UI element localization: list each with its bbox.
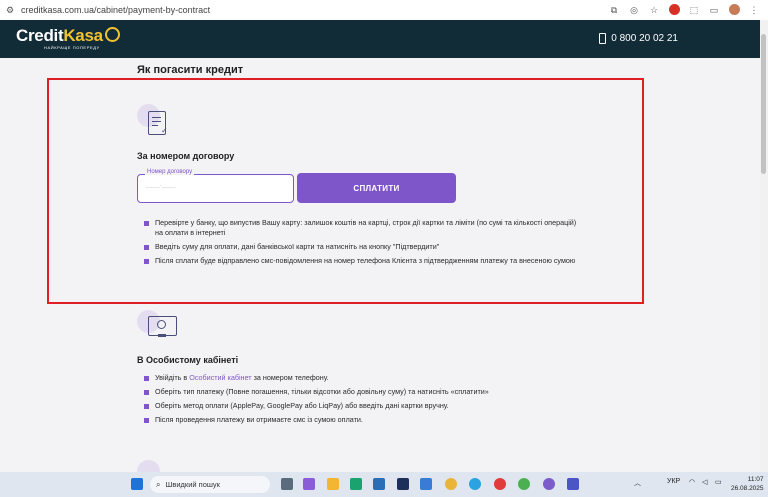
clock-date: 26.08.2025 [731,485,764,492]
viber-icon[interactable] [543,478,555,490]
windows-taskbar: ⌕ Швидкий пошук ︿ УКР ◠ ◁ ▭ 11:07 26.08.… [0,472,768,497]
task-view-icon[interactable] [281,478,293,490]
list-item: Введіть суму для оплати, дані банківсько… [141,242,581,252]
list-item: Оберіть тип платежу (Повне погашення, ті… [141,387,601,397]
l-app-icon[interactable] [397,478,409,490]
header-phone[interactable]: 0 800 20 02 21 [599,33,678,44]
taskbar-clock[interactable]: 11:07 26.08.2025 [731,475,764,493]
language-indicator[interactable]: УКР [667,478,680,485]
contract-section-title: За номером договору [137,151,235,161]
list-item: Після проведення платежу ви отримаєте см… [141,415,601,425]
eye-off-icon[interactable]: ◎ [628,5,640,16]
browser-toolbar: ⚙ creditkasa.com.ua/cabinet/payment-by-c… [0,0,768,21]
phone-icon [599,33,607,44]
cabinet-section-title: В Особистому кабінеті [137,355,239,365]
search-icon: ⌕ [156,479,161,489]
address-bar[interactable]: creditkasa.com.ua/cabinet/payment-by-con… [21,5,608,15]
pay-button[interactable]: СПЛАТИТИ [297,173,456,203]
logo-credit: Credit [16,26,64,45]
phone-number: 0 800 20 02 21 [611,33,678,44]
logo-kasa: Kasa [63,26,103,45]
extensions-icon[interactable]: ⬚ [688,5,700,16]
contract-input-placeholder: _____-_____ [146,183,176,189]
logo[interactable]: CreditKasa [16,26,120,46]
contract-instructions: Перевірте у банку, що випустив Вашу карт… [141,218,581,270]
list-item: Увійдіть в Особистий кабінет за номером … [141,373,601,383]
tray-chevron-icon[interactable]: ︿ [634,478,641,488]
battery-icon[interactable]: ▭ [715,478,722,486]
window-icon[interactable]: ▭ [708,5,720,16]
scrollbar-thumb[interactable] [761,34,766,174]
logo-tagline: НАЙКРАЩЕ ПОПЕРЕДУ [44,45,100,50]
page-scrollbar[interactable] [760,20,768,472]
opera-icon[interactable] [494,478,506,490]
dropbox-icon[interactable] [420,478,432,490]
telegram-icon[interactable] [469,478,481,490]
site-header: CreditKasa НАЙКРАЩЕ ПОПЕРЕДУ 0 800 20 02… [0,20,760,58]
list-item: Перевірте у банку, що випустив Вашу карт… [141,218,581,238]
page-title: Як погасити кредит [137,64,244,76]
browser-actions: ⧉ ◎ ☆ ⬚ ▭ ⋮ [608,3,760,17]
wifi-icon[interactable]: ◠ [689,478,695,486]
store-icon[interactable] [373,478,385,490]
list-item: Після сплати буде відправлено смс-повідо… [141,256,581,266]
menu-icon[interactable]: ⋮ [748,5,760,16]
site-info-icon[interactable]: ⚙ [6,5,16,15]
translate-icon[interactable]: ⧉ [608,5,620,16]
taskbar-search-placeholder: Швидкий пошук [165,480,220,489]
teams-icon[interactable] [567,478,579,490]
extension-badge-icon[interactable] [668,3,680,17]
contract-input-label: Номер договору [145,169,195,175]
profile-avatar[interactable] [728,3,740,17]
list-item: Оберіть метод оплати (ApplePay, GooglePa… [141,401,601,411]
copilot-icon[interactable] [303,478,315,490]
start-icon[interactable] [131,478,143,490]
personal-cabinet-link[interactable]: Особистий кабінет [189,373,251,382]
logo-ring-icon [104,27,120,42]
edge-icon[interactable] [350,478,362,490]
volume-icon[interactable]: ◁ [702,478,707,486]
taskbar-search[interactable]: ⌕ Швидкий пошук [150,476,270,493]
torrent-icon[interactable] [518,478,530,490]
file-explorer-icon[interactable] [327,478,339,490]
clock-time: 11:07 [747,476,764,483]
chrome-icon[interactable] [445,478,457,490]
star-icon[interactable]: ☆ [648,5,660,16]
cabinet-instructions: Увійдіть в Особистий кабінет за номером … [141,373,601,429]
